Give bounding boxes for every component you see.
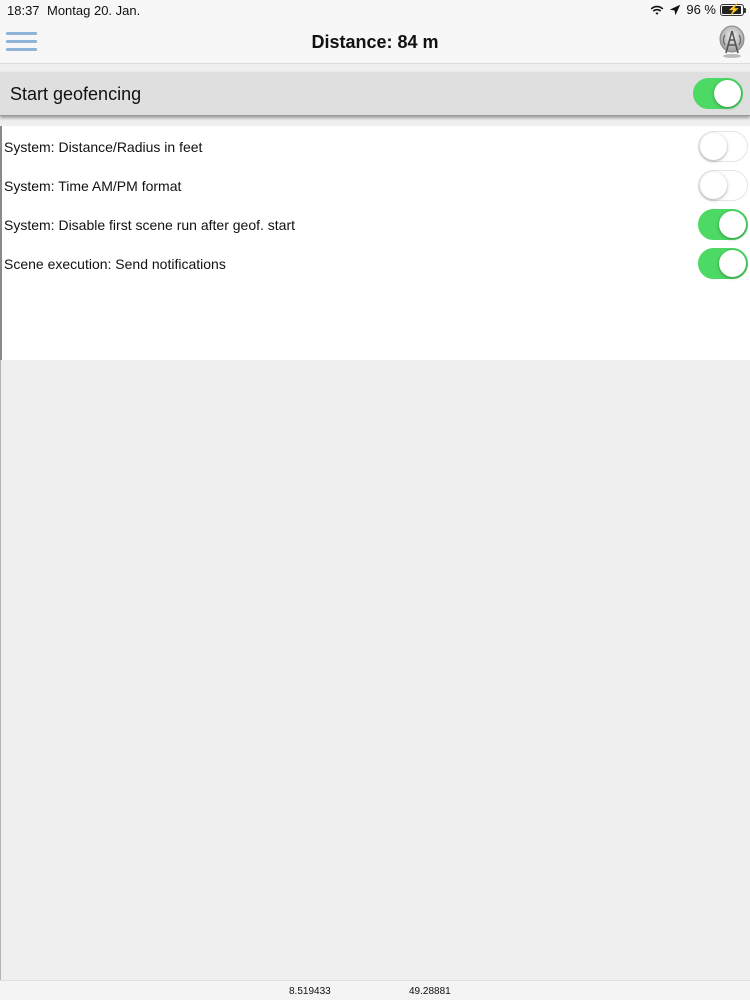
setting-row-disable-first-scene: System: Disable first scene run after ge… (2, 205, 750, 244)
toggle-knob (714, 80, 741, 107)
toggle-knob (719, 250, 746, 277)
toggle-knob (719, 211, 746, 238)
status-bar: 18:37 Montag 20. Jan. 96 % ⚡ (0, 0, 750, 22)
disable-first-scene-toggle[interactable] (698, 209, 748, 240)
navigation-bar: Distance: 84 m (0, 22, 750, 64)
setting-row-time-ampm: System: Time AM/PM format (2, 166, 750, 205)
status-indicators: 96 % ⚡ (650, 2, 746, 17)
toggle-knob (700, 133, 727, 160)
setting-row-distance-feet: System: Distance/Radius in feet (2, 127, 750, 166)
battery-charging-icon: ⚡ (720, 3, 746, 16)
distance-feet-toggle[interactable] (698, 131, 748, 162)
geofence-header: Start geofencing (0, 72, 750, 116)
page-title: Distance: 84 m (311, 32, 439, 52)
setting-label: Scene execution: Send notifications (4, 256, 226, 272)
setting-row-send-notifications: Scene execution: Send notifications (2, 244, 750, 283)
content-divider (0, 360, 1, 980)
send-notifications-toggle[interactable] (698, 248, 748, 279)
setting-label: System: Distance/Radius in feet (4, 139, 203, 155)
longitude-value: 8.519433 (289, 986, 331, 997)
setting-label: System: Disable first scene run after ge… (4, 217, 296, 233)
settings-panel: System: Distance/Radius in feet System: … (0, 126, 750, 360)
wifi-icon (651, 5, 664, 15)
status-date: Montag 20. Jan. (47, 3, 141, 18)
toggle-knob (700, 172, 727, 199)
location-arrow-icon (670, 4, 681, 15)
latitude-value: 49.28881 (409, 986, 451, 997)
status-time: 18:37 (7, 3, 40, 18)
coordinates-bar: 8.519433 49.28881 (0, 980, 750, 1000)
battery-percentage: 96 % (686, 2, 716, 17)
geofence-toggle[interactable] (693, 78, 743, 109)
setting-label: System: Time AM/PM format (4, 178, 182, 194)
geofence-label: Start geofencing (10, 84, 142, 104)
time-ampm-toggle[interactable] (698, 170, 748, 201)
geofence-antenna-icon[interactable] (718, 25, 746, 59)
